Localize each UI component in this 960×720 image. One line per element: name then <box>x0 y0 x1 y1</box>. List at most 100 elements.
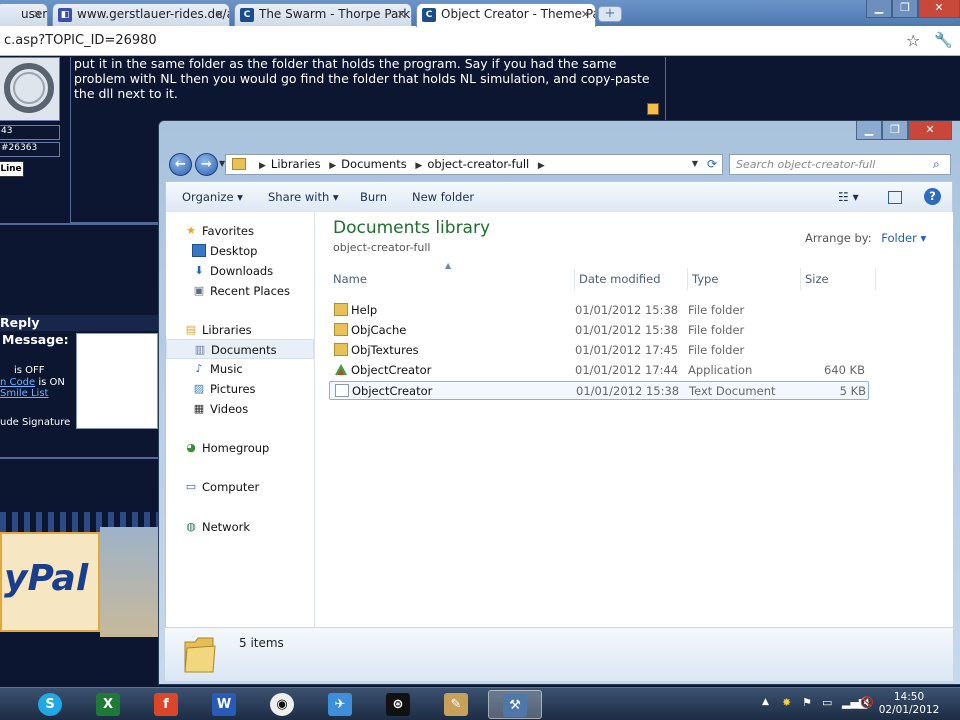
nav-downloads[interactable]: ⬇ Downloads <box>166 261 314 281</box>
nav-network[interactable]: ◍ Network <box>166 517 314 537</box>
column-name[interactable]: Name <box>329 268 575 290</box>
music-icon: ♪ <box>195 362 203 375</box>
taskbar-skype[interactable]: S <box>28 690 72 719</box>
forum-code-link[interactable]: n Code <box>0 377 35 388</box>
refresh-icon[interactable]: ⟳ <box>707 157 717 171</box>
quote-icon[interactable] <box>647 103 659 115</box>
system-tray: ▲ ✸ ⚑ ▭ ▂▄▆ 🔇 14:50 02/01/2012 <box>758 688 960 720</box>
file-list-pane: Documents library object-creator-full Ar… <box>315 212 953 627</box>
explorer-maximize-button[interactable]: ❐ <box>882 121 908 140</box>
nav-recent-places[interactable]: ▣ Recent Places <box>166 281 314 301</box>
nav-documents[interactable]: ▥ Documents <box>166 339 314 359</box>
nav-favorites[interactable]: ★ Favorites <box>166 221 314 241</box>
arrange-by-dropdown[interactable]: Folder ▾ <box>881 231 926 245</box>
search-icon[interactable]: ⌕ <box>933 157 940 172</box>
coaster-site-icon: C <box>422 8 436 22</box>
file-row-selected[interactable]: ObjectCreator 01/01/2012 15:38 Text Docu… <box>329 381 869 400</box>
browser-tab-3[interactable]: C The Swarm - Thorpe Park ✕ <box>234 3 412 26</box>
volume-muted-icon[interactable]: 🔇 <box>860 696 874 709</box>
breadcrumb-libraries[interactable]: Libraries <box>271 157 321 171</box>
folder-icon <box>334 343 348 356</box>
tab-label: The Swarm - Thorpe Park <box>259 7 411 21</box>
nav-computer[interactable]: ▭ Computer <box>166 477 314 497</box>
address-bar[interactable]: c.asp?TOPIC_ID=26980 <box>0 30 930 52</box>
nav-pictures[interactable]: ▨ Pictures <box>166 379 314 399</box>
message-textarea[interactable] <box>76 333 158 429</box>
share-with-button[interactable]: Share with ▾ <box>268 190 339 204</box>
search-input[interactable]: Search object-creator-full <box>729 154 951 175</box>
close-tab-icon[interactable]: ✕ <box>33 8 42 21</box>
show-hidden-icons-icon[interactable]: ▲ <box>762 697 769 707</box>
paypal-banner[interactable]: yPal <box>0 532 100 632</box>
browser-close-button[interactable]: ✕ <box>918 0 960 18</box>
post-count: 43 <box>0 125 60 140</box>
column-date-modified[interactable]: Date modified <box>575 268 688 290</box>
code-status: is ON <box>38 377 65 388</box>
view-options-icon[interactable]: ☷ ▾ <box>838 190 859 204</box>
taskbar-flash[interactable]: f <box>144 690 188 719</box>
column-size[interactable]: Size <box>801 268 876 290</box>
taskbar-game[interactable]: ✈ <box>318 690 362 719</box>
nav-videos[interactable]: ▦ Videos <box>166 399 314 419</box>
help-icon[interactable]: ? <box>924 188 941 205</box>
bookmark-star-icon[interactable]: ☆ <box>906 31 920 50</box>
wrench-menu-icon[interactable]: 🔧 <box>934 31 953 49</box>
paint-icon: ✎ <box>444 693 468 716</box>
battery-icon[interactable]: ▭ <box>822 696 832 709</box>
file-row[interactable]: Help 01/01/2012 15:38 File folder <box>329 301 869 320</box>
browser-maximize-button[interactable]: ❐ <box>892 0 918 18</box>
item-count: 5 items <box>239 636 284 650</box>
nav-libraries[interactable]: ▤ Libraries <box>166 320 314 340</box>
clock[interactable]: 14:50 02/01/2012 <box>878 691 940 717</box>
smile-list-link[interactable]: Smile List <box>0 388 48 399</box>
taskbar-paint[interactable]: ✎ <box>434 690 478 719</box>
taskbar-steam[interactable]: ⊛ <box>376 690 420 719</box>
close-tab-icon[interactable]: ✕ <box>397 8 406 21</box>
breadcrumb-documents[interactable]: Documents <box>341 157 407 171</box>
file-row[interactable]: ObjTextures 01/01/2012 17:45 File folder <box>329 341 869 360</box>
address-dropdown-icon[interactable]: ▼ <box>692 159 698 168</box>
file-row[interactable]: ObjCache 01/01/2012 15:38 File folder <box>329 321 869 340</box>
browser-tab-active[interactable]: C Object Creator - Theme Par ✕ <box>416 3 596 27</box>
paypal-logo-text: yPal <box>4 558 89 599</box>
taskbar-object-creator[interactable]: ⚒ <box>488 690 542 719</box>
file-date: 01/01/2012 15:38 <box>576 384 680 398</box>
file-name: ObjectCreator <box>352 384 433 398</box>
explorer-window: ▁ ❐ ✕ ← → ▼ ▶ Libraries ▶ Documents ▶ objec… <box>158 120 960 685</box>
tab-label: Object Creator - Theme Par <box>441 7 596 21</box>
forward-arrow-icon[interactable]: → <box>195 153 218 176</box>
library-subtitle[interactable]: object-creator-full <box>333 241 431 254</box>
arrange-by-label: Arrange by: <box>805 231 872 245</box>
tray-app-icon[interactable]: ✸ <box>782 696 791 709</box>
preview-pane-icon[interactable] <box>888 191 902 204</box>
taskbar-panda[interactable]: ◉ <box>260 690 304 719</box>
new-folder-button[interactable]: New folder <box>412 190 474 204</box>
organize-button[interactable]: Organize ▾ <box>182 190 243 204</box>
browser-tab-2[interactable]: ◧ www.gerstlauer-rides.de/as ✕ <box>52 3 230 26</box>
nav-homegroup[interactable]: ◕ Homegroup <box>166 438 314 458</box>
file-type: Application <box>688 363 753 377</box>
taskbar-excel[interactable]: X <box>86 690 130 719</box>
browser-minimize-button[interactable]: ▁ <box>866 0 892 18</box>
include-signature-label[interactable]: ude Signature <box>0 417 70 428</box>
close-tab-icon[interactable]: ✕ <box>581 8 590 21</box>
burn-button[interactable]: Burn <box>360 190 387 204</box>
new-tab-button[interactable]: + <box>598 6 622 22</box>
explorer-close-button[interactable]: ✕ <box>908 121 952 140</box>
divider <box>0 457 160 459</box>
explorer-address-bar[interactable]: ▶ Libraries ▶ Documents ▶ object-creator-fu… <box>225 154 723 175</box>
nav-music[interactable]: ♪ Music <box>166 359 314 379</box>
nav-desktop[interactable]: Desktop <box>166 241 314 261</box>
taskbar-word[interactable]: W <box>202 690 246 719</box>
column-type[interactable]: Type <box>688 268 801 290</box>
file-row[interactable]: ObjectCreator 01/01/2012 17:44 Applicati… <box>329 361 869 380</box>
explorer-minimize-button[interactable]: ▁ <box>856 121 882 140</box>
breadcrumb-current-folder[interactable]: object-creator-full <box>427 157 529 171</box>
close-tab-icon[interactable]: ✕ <box>215 8 224 21</box>
action-center-flag-icon[interactable]: ⚑ <box>802 696 812 709</box>
clock-date: 02/01/2012 <box>878 704 940 716</box>
back-arrow-icon[interactable]: ← <box>169 153 192 176</box>
browser-tab-1[interactable]: ✕ usem <box>0 3 48 26</box>
explorer-title-bar[interactable]: ▁ ❐ ✕ <box>159 121 960 149</box>
flash-icon: f <box>154 693 178 716</box>
